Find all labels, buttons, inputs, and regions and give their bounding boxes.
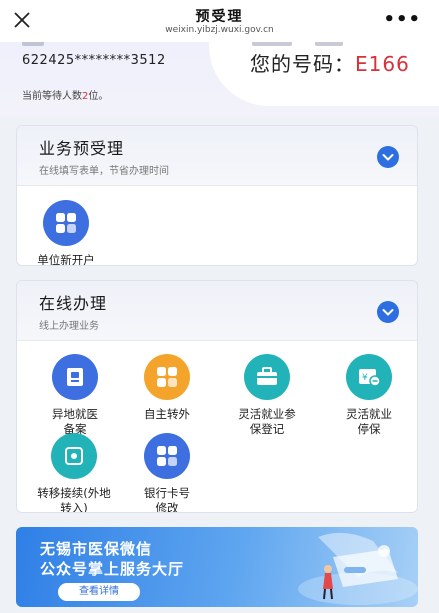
pre-accept-card: 业务预受理 在线填写表单，节省办理时间 单位新开户 — [16, 125, 418, 266]
online-service-card-header[interactable]: 在线办理 线上办理业务 — [17, 281, 417, 341]
nav-bar: 预受理 weixin.yibzj.wuxi.gov.cn ••• — [0, 0, 439, 42]
service-flexible-employment-stop[interactable]: ¥ 灵活就业停保 — [324, 354, 414, 437]
queue-info-panel: 622425********3512 您的号码：E166 当前等待人数2位。 — [0, 36, 439, 116]
service-transfer-in[interactable]: 转移接续(外地转入) — [19, 433, 129, 513]
online-service-title: 在线办理 — [39, 294, 108, 313]
banner-title-line1: 无锡市医保微信 — [40, 540, 153, 558]
queue-number-label: 您的号码： — [250, 52, 355, 76]
waiting-suffix: 位。 — [88, 91, 109, 102]
banner-title: 无锡市医保微信 公众号掌上服务大厅 — [40, 539, 184, 579]
online-service-subtitle: 线上办理业务 — [39, 321, 99, 332]
pre-accept-subtitle: 在线填写表单，节省办理时间 — [39, 166, 169, 177]
pre-accept-title: 业务预受理 — [39, 139, 125, 158]
service-label: 自主转外 — [144, 407, 190, 421]
svg-text:¥: ¥ — [362, 373, 368, 383]
service-hall-banner[interactable]: 无锡市医保微信 公众号掌上服务大厅 查看详情 — [16, 527, 418, 607]
stop-insurance-icon: ¥ — [346, 354, 392, 400]
grid-icon — [144, 433, 190, 479]
waiting-prefix: 当前等待人数 — [22, 91, 82, 102]
chevron-down-icon[interactable] — [377, 146, 399, 168]
card-icon — [52, 354, 98, 400]
view-details-button[interactable]: 查看详情 — [58, 583, 140, 601]
service-bank-card-change[interactable]: 银行卡号修改 — [122, 433, 212, 513]
banner-title-line2: 公众号掌上服务大厅 — [40, 560, 185, 578]
online-service-card: 在线办理 线上办理业务 异地就医备案 自主转外 灵活就业参保登记 ¥ 灵活就业停… — [16, 280, 418, 513]
transfer-icon — [51, 433, 97, 479]
service-flexible-employment-register[interactable]: 灵活就业参保登记 — [222, 354, 312, 437]
service-label: 灵活就业参保登记 — [238, 407, 296, 436]
queue-number-line: 您的号码：E166 — [250, 48, 410, 77]
waiting-count-text: 当前等待人数2位。 — [22, 87, 108, 102]
chevron-down-icon[interactable] — [377, 301, 399, 323]
service-label: 银行卡号修改 — [144, 486, 190, 513]
page-title: 预受理 — [195, 9, 244, 25]
grid-icon — [144, 354, 190, 400]
service-label: 转移接续(外地转入) — [37, 486, 111, 513]
service-self-transfer[interactable]: 自主转外 — [122, 354, 212, 422]
service-label: 灵活就业停保 — [346, 407, 392, 436]
page-url: weixin.yibzj.wuxi.gov.cn — [165, 25, 274, 35]
queue-number: E166 — [355, 52, 410, 76]
more-options-icon[interactable]: ••• — [383, 11, 421, 29]
service-label: 单位新开户 — [37, 253, 95, 266]
grid-icon — [43, 200, 89, 246]
pre-accept-card-header[interactable]: 业务预受理 在线填写表单，节省办理时间 — [17, 126, 417, 186]
service-new-company-account[interactable]: 单位新开户 — [21, 200, 111, 266]
briefcase-icon — [244, 354, 290, 400]
service-remote-medical-filing[interactable]: 异地就医备案 — [30, 354, 120, 437]
banner-illustration — [298, 532, 418, 605]
id-number: 622425********3512 — [22, 53, 166, 68]
